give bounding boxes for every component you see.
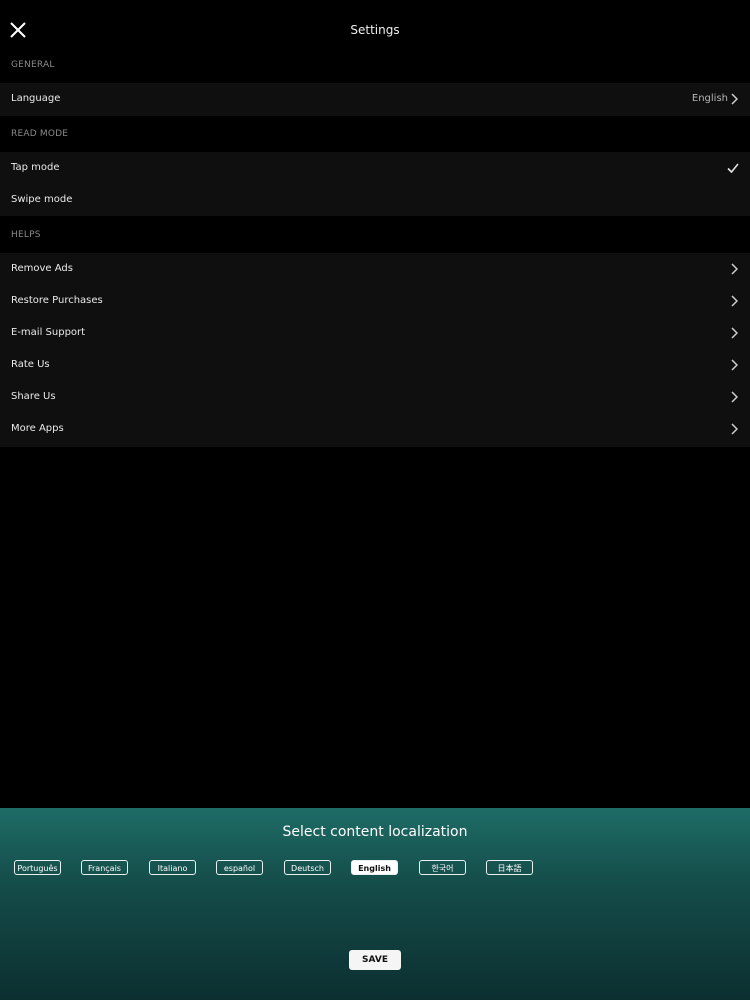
chevron-right-icon bbox=[731, 359, 738, 371]
section-header-read-mode: READ MODE bbox=[11, 129, 69, 139]
language-value: English bbox=[691, 93, 728, 104]
restore-purchases-row[interactable]: Restore Purchases bbox=[0, 285, 750, 317]
language-option-portuguese[interactable]: Português bbox=[14, 860, 61, 875]
section-header-general: GENERAL bbox=[11, 60, 55, 70]
language-option-german[interactable]: Deutsch bbox=[284, 860, 331, 875]
language-option-french[interactable]: Français bbox=[81, 860, 128, 875]
general-group: Language English bbox=[0, 83, 750, 116]
localization-title: Select content localization bbox=[282, 824, 468, 840]
helps-group: Remove Ads Restore Purchases E-mail Supp… bbox=[0, 253, 750, 447]
save-button[interactable]: SAVE bbox=[349, 950, 401, 970]
share-us-row[interactable]: Share Us bbox=[0, 381, 750, 413]
chevron-right-icon bbox=[731, 263, 738, 275]
language-option-korean[interactable]: 한국어 bbox=[419, 860, 466, 875]
email-support-row[interactable]: E-mail Support bbox=[0, 317, 750, 349]
chevron-right-icon bbox=[731, 93, 738, 105]
chevron-right-icon bbox=[731, 295, 738, 307]
tap-mode-label: Tap mode bbox=[11, 162, 60, 173]
language-option-english[interactable]: English bbox=[351, 860, 398, 875]
chevron-right-icon bbox=[731, 327, 738, 339]
more-apps-label: More Apps bbox=[11, 423, 64, 434]
remove-ads-label: Remove Ads bbox=[11, 263, 73, 274]
remove-ads-row[interactable]: Remove Ads bbox=[0, 253, 750, 285]
swipe-mode-row[interactable]: Swipe mode bbox=[0, 184, 750, 216]
chevron-right-icon bbox=[731, 423, 738, 435]
restore-purchases-label: Restore Purchases bbox=[11, 295, 103, 306]
more-apps-row[interactable]: More Apps bbox=[0, 413, 750, 445]
checkmark-icon bbox=[727, 163, 739, 174]
language-option-spanish[interactable]: español bbox=[216, 860, 263, 875]
language-row[interactable]: Language English bbox=[0, 83, 750, 115]
content-localization-panel: Select content localization Português Fr… bbox=[0, 808, 750, 1000]
rate-us-row[interactable]: Rate Us bbox=[0, 349, 750, 381]
rate-us-label: Rate Us bbox=[11, 359, 50, 370]
section-header-helps: HELPS bbox=[11, 230, 41, 240]
language-option-japanese[interactable]: 日本語 bbox=[486, 860, 533, 875]
email-support-label: E-mail Support bbox=[11, 327, 86, 338]
language-option-italian[interactable]: Italiano bbox=[149, 860, 196, 875]
language-label: Language bbox=[11, 93, 61, 104]
swipe-mode-label: Swipe mode bbox=[11, 194, 73, 205]
page-title: Settings bbox=[350, 23, 400, 37]
chevron-right-icon bbox=[731, 391, 738, 403]
settings-screen: Settings GENERAL Language English READ M… bbox=[0, 0, 750, 1000]
header: Settings bbox=[0, 0, 750, 50]
share-us-label: Share Us bbox=[11, 391, 56, 402]
read-mode-group: Tap mode Swipe mode bbox=[0, 152, 750, 216]
tap-mode-row[interactable]: Tap mode bbox=[0, 152, 750, 184]
